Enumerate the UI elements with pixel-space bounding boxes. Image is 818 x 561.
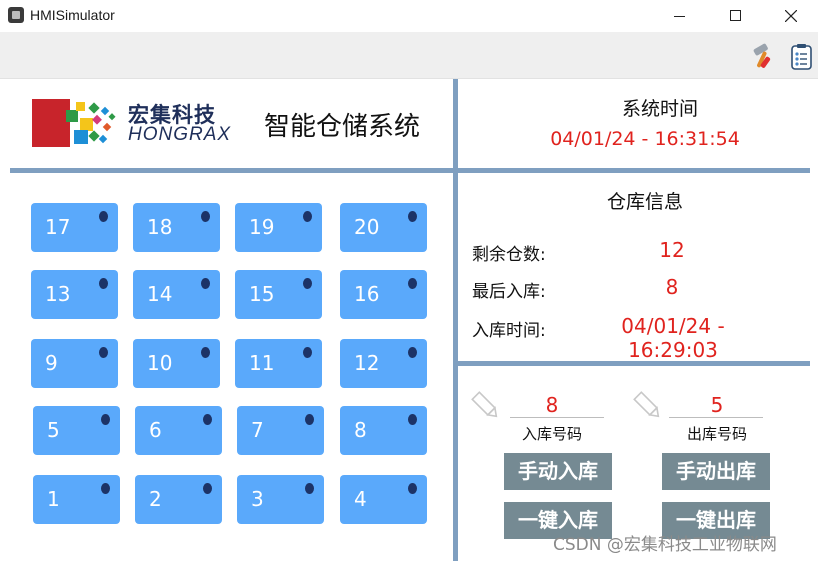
- storage-slot-button[interactable]: 1: [33, 475, 120, 524]
- app-icon: [8, 7, 24, 23]
- slot-number: 1: [47, 487, 60, 511]
- slot-number: 6: [149, 418, 162, 442]
- warehouse-info-title: 仓库信息: [606, 191, 683, 213]
- out-number-input[interactable]: 5: [670, 393, 764, 417]
- slot-status-dot: [303, 347, 312, 358]
- out-number-underline: [669, 417, 763, 418]
- storage-slot-button[interactable]: 12: [340, 339, 427, 388]
- last-in-label: 最后入库:: [472, 282, 546, 302]
- slot-number: 15: [249, 282, 275, 306]
- system-time-title: 系统时间: [621, 98, 698, 120]
- slot-status-dot: [203, 483, 212, 494]
- slot-number: 3: [251, 487, 264, 511]
- in-number-underline: [510, 417, 604, 418]
- storage-slot-button[interactable]: 10: [133, 339, 220, 388]
- maximize-button[interactable]: [712, 0, 758, 32]
- slot-status-dot: [303, 278, 312, 289]
- toolbar: [0, 32, 818, 79]
- storage-slot-button[interactable]: 20: [340, 203, 427, 252]
- slot-status-dot: [408, 414, 417, 425]
- logo-text-en: HONGRAX: [128, 124, 232, 145]
- slot-number: 10: [147, 351, 173, 375]
- close-icon: [785, 10, 797, 22]
- slot-number: 5: [47, 418, 60, 442]
- window-titlebar: HMISimulator: [0, 0, 818, 32]
- slot-number: 16: [354, 282, 380, 306]
- pencil-icon: [471, 391, 498, 418]
- slot-number: 12: [354, 351, 380, 375]
- slot-status-dot: [201, 278, 210, 289]
- storage-slot-button[interactable]: 18: [133, 203, 220, 252]
- slot-number: 13: [45, 282, 71, 306]
- slot-number: 9: [45, 351, 58, 375]
- storage-slot-button[interactable]: 4: [340, 475, 427, 524]
- in-number-input[interactable]: 8: [505, 393, 599, 417]
- slot-status-dot: [408, 347, 417, 358]
- slot-number: 20: [354, 215, 380, 239]
- slot-status-dot: [305, 483, 314, 494]
- manual-in-button[interactable]: 手动入库: [504, 453, 612, 490]
- close-button[interactable]: [768, 0, 814, 32]
- minimize-button[interactable]: [656, 0, 702, 32]
- vertical-divider: [453, 79, 458, 561]
- storage-slot-button[interactable]: 3: [237, 475, 324, 524]
- out-number-label: 出库号码: [686, 425, 747, 443]
- in-number-label: 入库号码: [521, 425, 582, 443]
- slot-status-dot: [408, 278, 417, 289]
- slot-number: 2: [149, 487, 162, 511]
- system-time-value: 04/01/24 - 16:31:54: [550, 128, 740, 150]
- storage-slot-button[interactable]: 19: [235, 203, 322, 252]
- slot-status-dot: [99, 347, 108, 358]
- storage-slot-button[interactable]: 11: [235, 339, 322, 388]
- slot-status-dot: [99, 211, 108, 222]
- slot-number: 8: [354, 418, 367, 442]
- horizontal-divider-top: [10, 168, 810, 173]
- slot-status-dot: [101, 483, 110, 494]
- storage-slot-button[interactable]: 15: [235, 270, 322, 319]
- storage-slot-button[interactable]: 9: [31, 339, 118, 388]
- slot-number: 14: [147, 282, 173, 306]
- storage-slot-button[interactable]: 17: [31, 203, 118, 252]
- slot-number: 17: [45, 215, 71, 239]
- slot-status-dot: [408, 483, 417, 494]
- slot-number: 11: [249, 351, 275, 375]
- storage-slot-button[interactable]: 6: [135, 406, 222, 455]
- slot-status-dot: [305, 414, 314, 425]
- slot-number: 18: [147, 215, 173, 239]
- remaining-slots-value: 12: [659, 238, 685, 262]
- slot-status-dot: [303, 211, 312, 222]
- slot-status-dot: [201, 347, 210, 358]
- storage-slot-button[interactable]: 14: [133, 270, 220, 319]
- slot-number: 19: [249, 215, 275, 239]
- in-time-value: 04/01/24 - 16:29:03: [621, 314, 725, 362]
- storage-slot-button[interactable]: 16: [340, 270, 427, 319]
- pencil-icon: [633, 391, 660, 418]
- storage-slot-button[interactable]: 8: [340, 406, 427, 455]
- slot-status-dot: [99, 278, 108, 289]
- storage-slot-button[interactable]: 2: [135, 475, 222, 524]
- in-time-label: 入库时间:: [472, 321, 546, 341]
- storage-slot-button[interactable]: 7: [237, 406, 324, 455]
- remaining-slots-label: 剩余仓数:: [472, 245, 546, 265]
- slot-status-dot: [203, 414, 212, 425]
- slot-status-dot: [201, 211, 210, 222]
- window-title: HMISimulator: [30, 7, 115, 23]
- watermark: CSDN @宏集科技工业物联网: [553, 535, 777, 555]
- manual-out-button[interactable]: 手动出库: [662, 453, 770, 490]
- storage-slot-button[interactable]: 13: [31, 270, 118, 319]
- slot-status-dot: [101, 414, 110, 425]
- storage-slot-button[interactable]: 5: [33, 406, 120, 455]
- hammer-icon[interactable]: [748, 42, 776, 70]
- slot-number: 7: [251, 418, 264, 442]
- clipboard-icon[interactable]: [788, 42, 816, 70]
- slot-number: 4: [354, 487, 367, 511]
- last-in-value: 8: [665, 275, 679, 299]
- company-logo-mark: [32, 98, 122, 152]
- system-title: 智能仓储系统: [264, 112, 421, 142]
- slot-status-dot: [408, 211, 417, 222]
